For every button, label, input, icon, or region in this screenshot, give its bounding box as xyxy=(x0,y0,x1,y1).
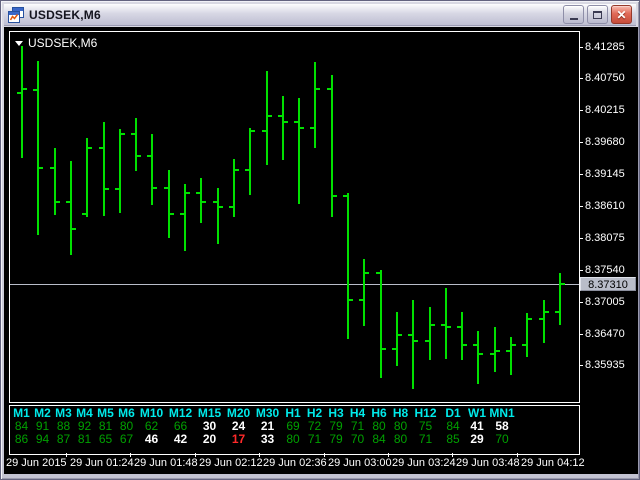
chart-window: USDSEK,M6 ✕ USDSEK,M6 8.41285 8.40750 8.40… xyxy=(0,0,640,480)
time-axis-tick xyxy=(324,453,325,457)
time-axis[interactable]: 29 Jun 2015 29 Jun 01:24 29 Jun 01:48 29 Ju… xyxy=(4,453,638,473)
chart-client-area: USDSEK,M6 8.41285 8.40750 8.40215 8.39680 8.… xyxy=(4,27,638,474)
price-axis[interactable]: 8.41285 8.40750 8.40215 8.39680 8.39145 8.386… xyxy=(579,27,638,453)
price-axis-label: 8.36470 xyxy=(585,328,625,340)
price-axis-label: 8.37005 xyxy=(585,296,625,308)
strength-value-cell: 87 xyxy=(56,432,71,446)
time-axis-label: 29 Jun 01:48 xyxy=(134,457,198,469)
price-axis-label: 8.39680 xyxy=(585,136,625,148)
price-axis-label: 8.35935 xyxy=(585,359,625,371)
strength-value-cell: 79 xyxy=(329,432,343,446)
strength-value-cell: 70 xyxy=(495,432,509,446)
pane-splitter[interactable] xyxy=(9,403,580,405)
time-axis-label: 29 Jun 02:12 xyxy=(199,457,263,469)
time-axis-tick xyxy=(66,453,67,457)
time-axis-tick xyxy=(388,453,389,457)
strength-value-cell: 80 xyxy=(393,432,408,446)
time-axis-tick xyxy=(452,453,453,457)
strength-value-cell: 42 xyxy=(173,432,188,446)
strength-value-cell: 29 xyxy=(470,432,484,446)
symbol-label[interactable]: USDSEK,M6 xyxy=(15,36,97,50)
table-value-row: 86 94 87 81 65 67 46 42 20 17 33 80 71 79 70 84 80 71 85 29… xyxy=(11,433,579,446)
price-axis-label: 8.37540 xyxy=(585,264,625,276)
symbol-label-text: USDSEK,M6 xyxy=(28,36,98,50)
time-axis-label: 29 Jun 03:48 xyxy=(456,457,520,469)
main-chart-pane[interactable] xyxy=(9,31,580,403)
strength-value-cell: 71 xyxy=(307,432,322,446)
price-axis-label: 8.39145 xyxy=(585,168,625,180)
price-axis-label: 8.40750 xyxy=(585,72,625,84)
time-axis-label: 29 Jun 03:24 xyxy=(392,457,456,469)
strength-value-cell: 94 xyxy=(35,432,50,446)
price-axis-tick xyxy=(579,47,583,48)
price-axis-tick xyxy=(579,270,583,271)
strength-value-cell: 70 xyxy=(350,432,365,446)
price-axis-label: 8.40215 xyxy=(585,104,625,116)
current-price-tag: 8.37310 xyxy=(580,277,636,291)
strength-value-cell: 86 xyxy=(14,432,29,446)
time-axis-tick xyxy=(259,453,260,457)
price-axis-tick xyxy=(579,302,583,303)
time-axis-label: 29 Jun 01:24 xyxy=(70,457,134,469)
window-title: USDSEK,M6 xyxy=(29,7,101,22)
strength-value-cell: 46 xyxy=(144,432,159,446)
time-axis-label: 29 Jun 2015 xyxy=(6,457,67,469)
chart-window-icon xyxy=(8,6,24,23)
timeframe-strength-table: M1 M2 M3 M4 M5 M6 M10 M12 M15 M20 M30 H1 H2 H3 H4 H6 H8 H… xyxy=(11,407,579,446)
strength-value-cell: 67 xyxy=(119,432,134,446)
price-axis-tick xyxy=(579,365,583,366)
strength-value-cell: 33 xyxy=(260,432,275,446)
price-axis-tick xyxy=(579,142,583,143)
close-icon: ✕ xyxy=(616,7,627,22)
strength-value-cell: 20 xyxy=(202,432,217,446)
maximize-button[interactable] xyxy=(587,5,608,24)
price-axis-label: 8.38610 xyxy=(585,200,625,212)
price-axis-label: 8.38075 xyxy=(585,232,625,244)
price-axis-tick xyxy=(579,238,583,239)
price-axis-tick xyxy=(579,110,583,111)
time-axis-label: 29 Jun 03:00 xyxy=(328,457,392,469)
time-axis-label: 29 Jun 04:12 xyxy=(521,457,585,469)
time-axis-tick xyxy=(195,453,196,457)
minimize-button[interactable] xyxy=(563,5,584,24)
strength-value-cell: 81 xyxy=(77,432,92,446)
strength-value-cell: 17 xyxy=(231,432,246,446)
time-axis-tick xyxy=(517,453,518,457)
price-axis-label: 8.41285 xyxy=(585,41,625,53)
price-axis-tick xyxy=(579,78,583,79)
strength-value-cell: 85 xyxy=(446,432,460,446)
minimize-icon xyxy=(569,18,578,20)
maximize-icon xyxy=(593,10,602,19)
strength-value-cell: 71 xyxy=(418,432,433,446)
price-axis-tick xyxy=(579,206,583,207)
title-bar[interactable]: USDSEK,M6 ✕ xyxy=(4,4,636,26)
time-axis-tick xyxy=(130,453,131,457)
close-button[interactable]: ✕ xyxy=(611,5,632,24)
price-axis-tick xyxy=(579,334,583,335)
time-axis-label: 29 Jun 02:36 xyxy=(263,457,327,469)
chevron-down-icon xyxy=(15,40,23,46)
strength-value-cell: 84 xyxy=(372,432,386,446)
strength-value-cell: 65 xyxy=(98,432,113,446)
price-axis-tick xyxy=(579,174,583,175)
strength-value-cell: 80 xyxy=(286,432,300,446)
